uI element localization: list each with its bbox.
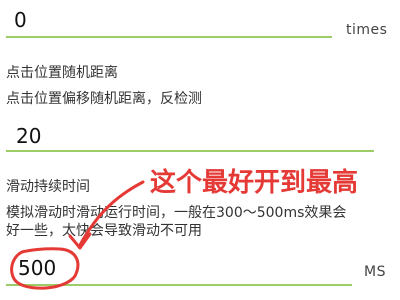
- annotation-circle: [10, 247, 80, 290]
- annotation-arrow-head: [68, 232, 92, 250]
- annotation-marks: [10, 180, 145, 290]
